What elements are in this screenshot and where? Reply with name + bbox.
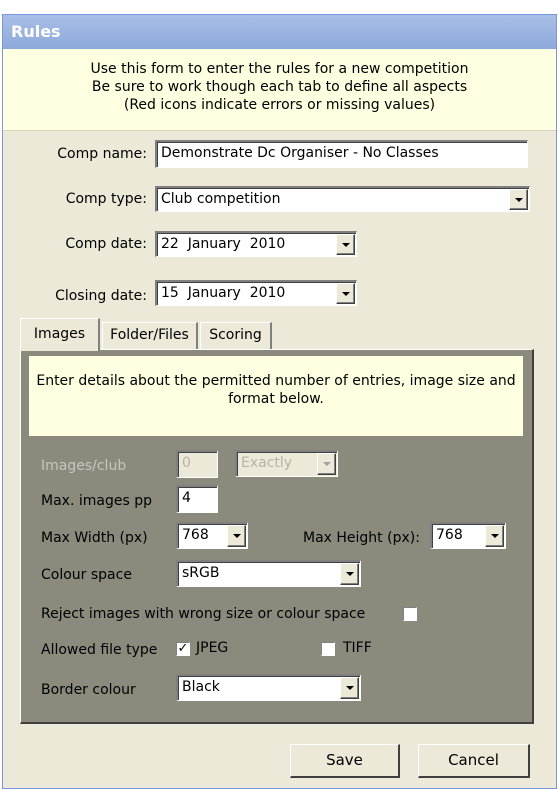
checkmark-icon: ✓: [177, 641, 189, 656]
images-tab-panel: Enter details about the permitted number…: [20, 349, 534, 724]
intro-line-1: Use this form to enter the rules for a n…: [90, 61, 469, 77]
comp-date-label: Comp date:: [65, 236, 147, 252]
save-button[interactable]: Save: [290, 744, 400, 778]
tab-images[interactable]: Images: [20, 318, 100, 351]
colour-space-value: sRGB: [182, 565, 220, 581]
images-club-mode-value: Exactly: [241, 455, 293, 471]
comp-name-label: Comp name:: [57, 146, 147, 162]
tiff-label: TIFF: [343, 640, 372, 656]
max-height-label: Max Height (px):: [303, 530, 420, 546]
chevron-down-icon[interactable]: [340, 677, 359, 699]
intro-line-2: Be sure to work though each tab to defin…: [91, 79, 468, 95]
max-images-label: Max. images pp: [41, 493, 152, 509]
comp-type-value: Club competition: [161, 191, 281, 207]
intro-line-3: (Red icons indicate errors or missing va…: [123, 97, 436, 113]
closing-date-value: 15 January 2010: [161, 285, 286, 301]
reject-label: Reject images with wrong size or colour …: [41, 606, 366, 622]
border-colour-select[interactable]: Black: [176, 674, 361, 701]
comp-name-field[interactable]: Demonstrate Dc Organiser - No Classes: [155, 140, 528, 168]
max-width-select[interactable]: 768: [176, 522, 248, 549]
reject-checkbox[interactable]: [403, 607, 417, 621]
allowed-file-type-label: Allowed file type: [41, 642, 158, 658]
chevron-down-icon[interactable]: [336, 234, 355, 255]
max-height-select[interactable]: 768: [430, 522, 506, 549]
window-title: Rules: [3, 15, 556, 49]
intro-banner: Use this form to enter the rules for a n…: [3, 49, 556, 131]
colour-space-select[interactable]: sRGB: [176, 560, 361, 587]
comp-date-value: 22 January 2010: [161, 236, 286, 252]
comp-type-select[interactable]: Club competition: [155, 186, 530, 212]
max-height-value: 768: [436, 527, 463, 543]
chevron-down-icon[interactable]: [340, 563, 359, 585]
tab-folder-files[interactable]: Folder/Files: [102, 322, 198, 349]
closing-date-label: Closing date:: [55, 288, 147, 304]
max-width-label: Max Width (px): [41, 530, 148, 546]
comp-type-label: Comp type:: [65, 191, 147, 207]
comp-date-picker[interactable]: 22 January 2010: [155, 231, 357, 257]
tab-scoring[interactable]: Scoring: [200, 322, 272, 349]
jpeg-checkbox[interactable]: ✓: [176, 642, 190, 656]
max-images-field[interactable]: 4: [176, 485, 218, 513]
tiff-checkbox[interactable]: [321, 642, 335, 656]
closing-date-picker[interactable]: 15 January 2010: [155, 280, 357, 306]
colour-space-label: Colour space: [41, 567, 132, 583]
chevron-down-icon[interactable]: [336, 283, 355, 304]
chevron-down-icon: [317, 453, 336, 475]
chevron-down-icon[interactable]: [509, 189, 528, 210]
images-club-label: Images/club: [41, 458, 127, 474]
cancel-button[interactable]: Cancel: [418, 744, 530, 778]
images-club-mode-select: Exactly: [235, 450, 338, 477]
border-colour-value: Black: [182, 679, 220, 695]
chevron-down-icon[interactable]: [227, 525, 246, 547]
max-width-value: 768: [182, 527, 209, 543]
images-club-field: 0: [176, 450, 218, 478]
images-tab-note: Enter details about the permitted number…: [29, 356, 523, 436]
border-colour-label: Border colour: [41, 682, 136, 698]
chevron-down-icon[interactable]: [485, 525, 504, 547]
jpeg-label: JPEG: [196, 640, 229, 656]
